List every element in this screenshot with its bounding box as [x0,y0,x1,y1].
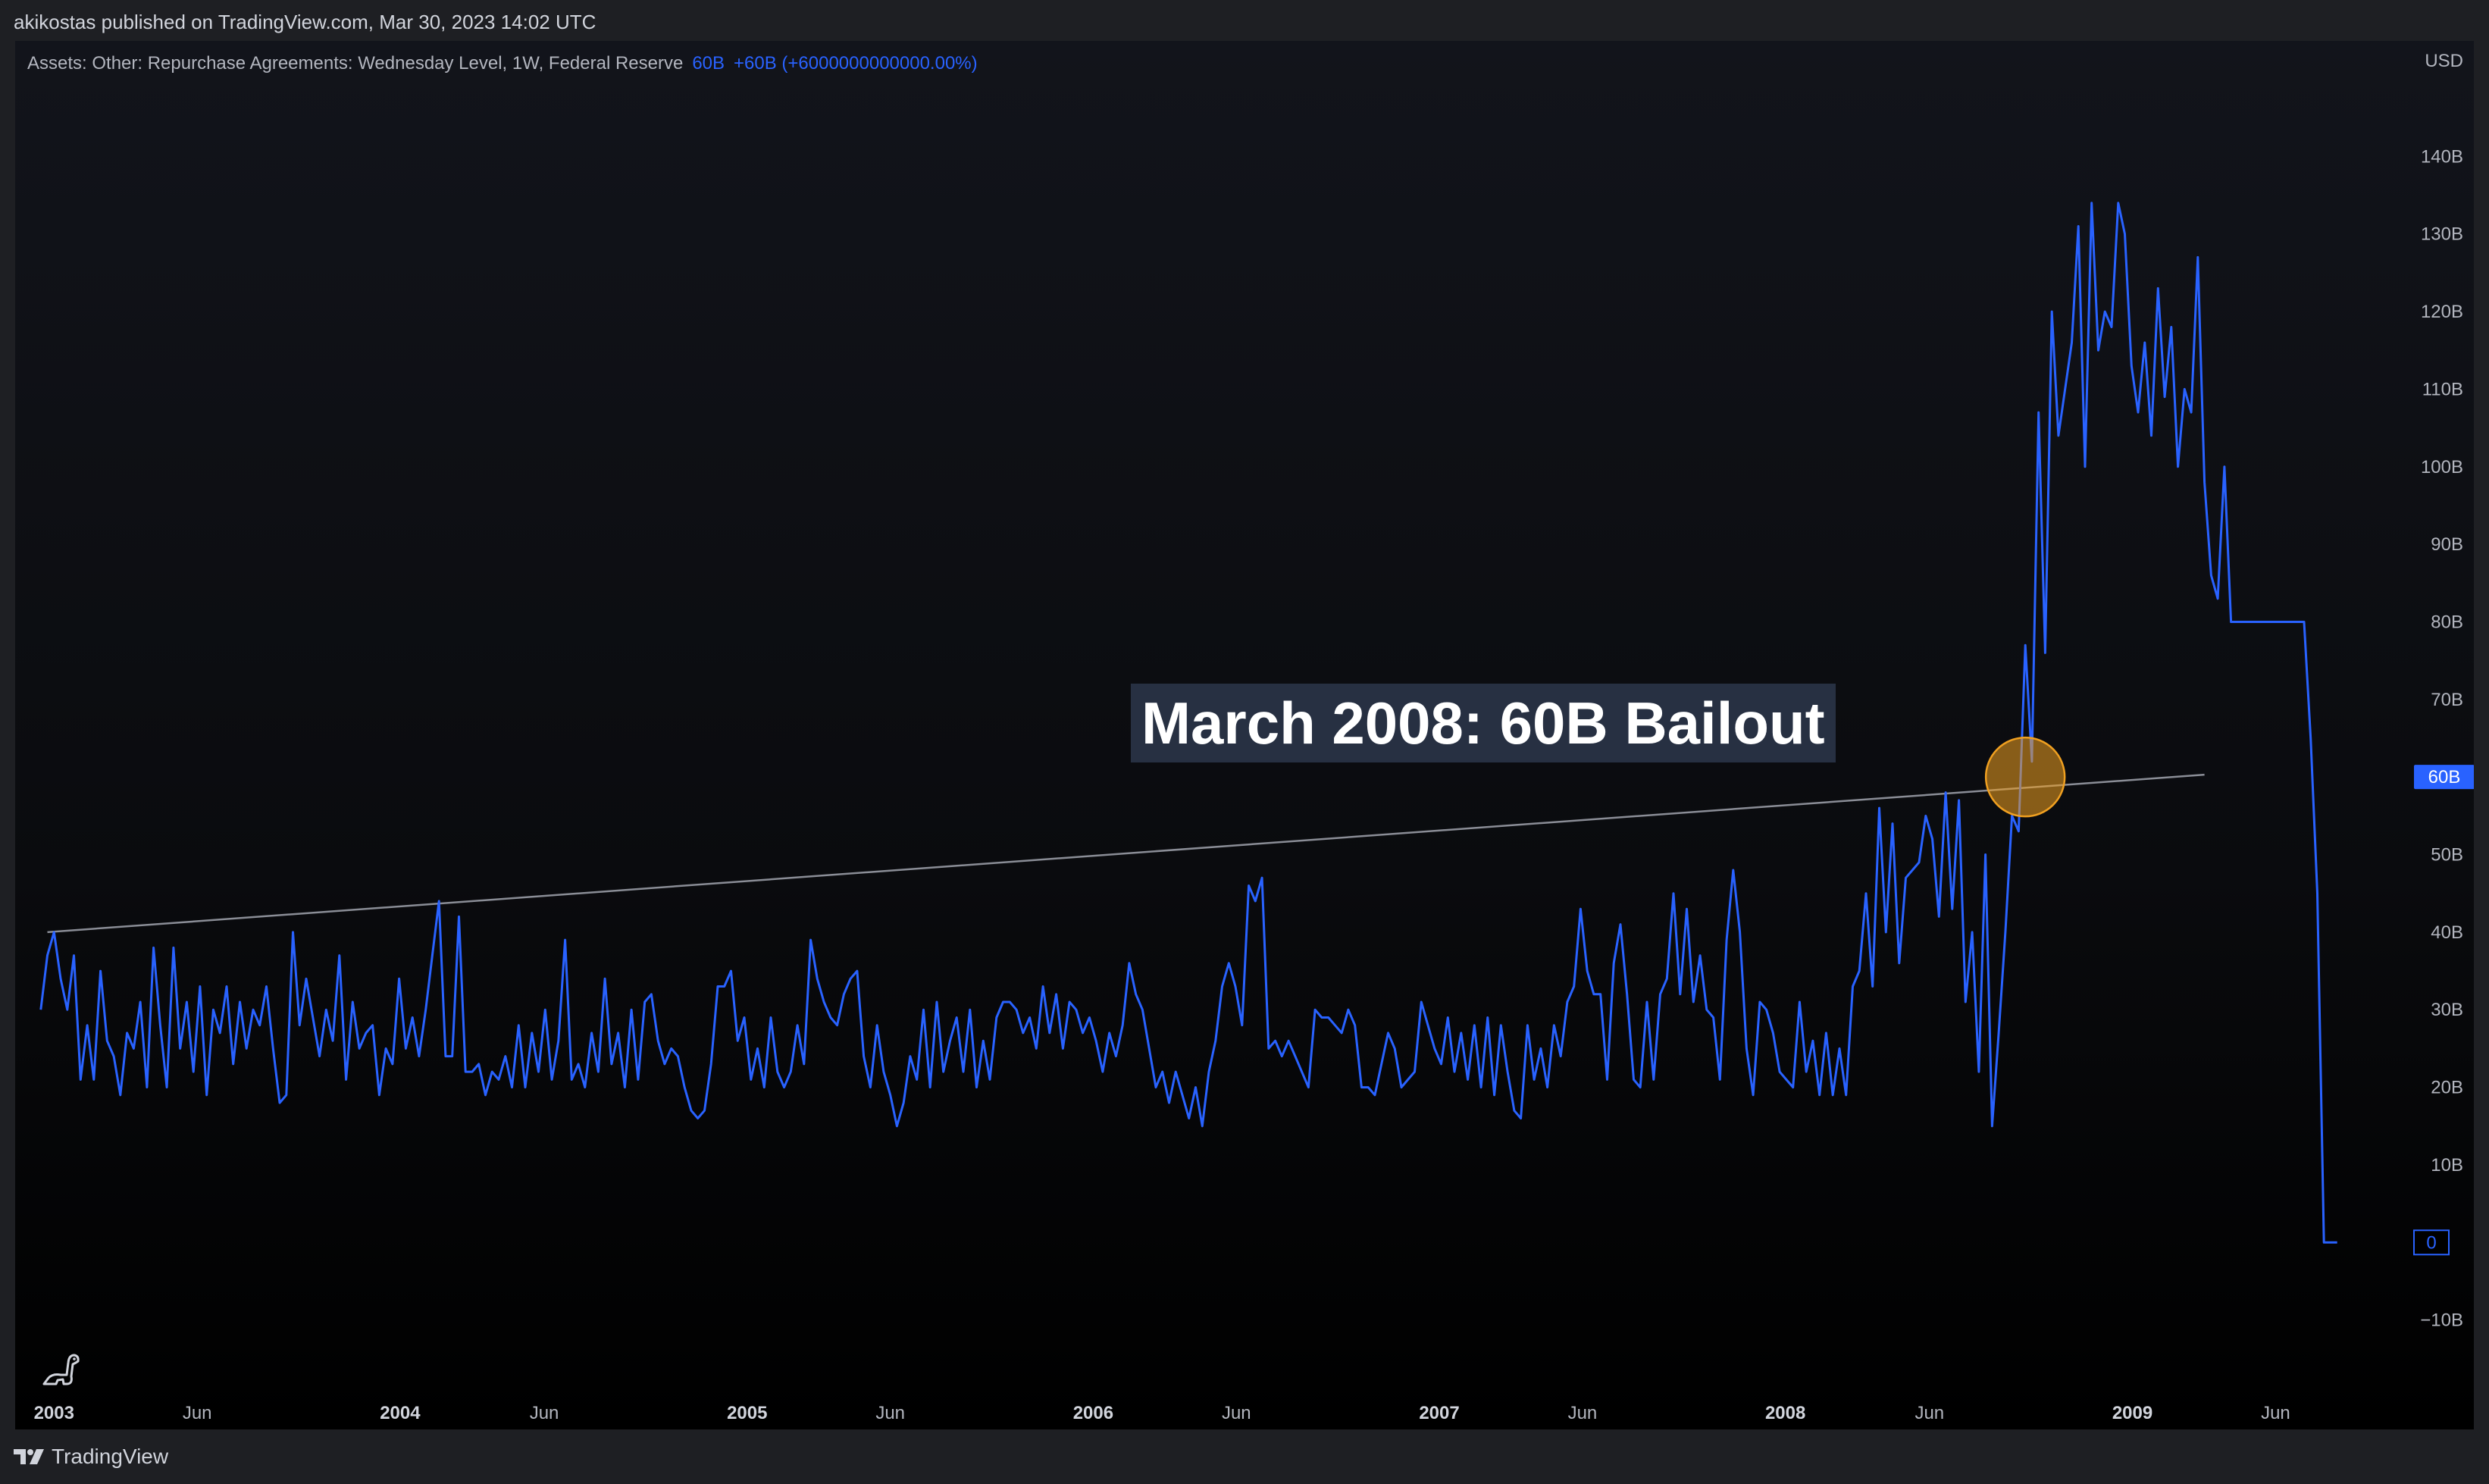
x-tick-label: 2009 [2112,1403,2152,1423]
x-tick-label: Jun [1568,1403,1598,1423]
x-tick-label: 2003 [34,1403,74,1423]
y-tick-label: 70B [2431,690,2463,710]
x-tick-label: 2004 [380,1403,421,1423]
highlight-circle[interactable] [1984,736,2066,818]
y-tick-label: 20B [2431,1078,2463,1098]
y-tick-label: 110B [2422,379,2463,399]
y-tick-label: 30B [2431,1000,2463,1020]
chart-pane[interactable]: USD −10B 10B 20B 30B 40B 50B 70B 80B 90B 100B 110B 1… [15,41,2474,1429]
x-tick-label: Jun [1222,1403,1251,1423]
y-tick-label: 120B [2421,302,2463,322]
x-tick-label: Jun [875,1403,905,1423]
footer-brand: TradingView [52,1445,169,1468]
published-by-text: akikostas published on TradingView.com, … [14,11,596,33]
last-price-tag-label: 60B [2428,767,2461,787]
x-tick-label: 2005 [727,1403,767,1423]
y-tick-label: −10B [2420,1310,2463,1331]
x-tick-label: Jun [1914,1403,1944,1423]
y-tick-label: 140B [2421,146,2463,167]
x-tick-label: 2007 [1419,1403,1459,1423]
tradingview-logo[interactable]: TradingView [14,1445,168,1469]
legend-change: +60B (+6000000000000.00%) [734,53,978,74]
y-tick-label: 130B [2421,224,2463,245]
top-bar: akikostas published on TradingView.com, … [0,0,2489,39]
time-axis[interactable]: 2003 Jun 2004 Jun 2005 Jun 2006 Jun 2007 Jun 2008 J… [34,1403,2290,1423]
tradingview-logo-icon [14,1449,44,1464]
zero-price-tag-label: 0 [2426,1232,2436,1253]
series-legend[interactable]: Assets: Other: Repurchase Agreements: We… [27,53,978,74]
y-tick-label: 80B [2431,612,2463,632]
x-tick-label: 2006 [1073,1403,1113,1423]
y-tick-label: 40B [2431,922,2463,943]
x-tick-label: 2008 [1765,1403,1805,1423]
axis-currency-label: USD [2425,51,2463,71]
y-tick-label: 90B [2431,534,2463,555]
x-tick-label: Jun [183,1403,212,1423]
legend-title: Assets: Other: Repurchase Agreements: We… [27,53,684,74]
footer-bar: TradingView [0,1429,2489,1484]
x-tick-label: Jun [530,1403,559,1423]
y-tick-label: 10B [2431,1155,2463,1176]
legend-value: 60B [692,53,725,74]
annotation-label[interactable]: March 2008: 60B Bailout [1131,684,1836,762]
y-tick-label: 100B [2421,457,2463,477]
y-tick-label: 50B [2431,845,2463,866]
x-tick-label: Jun [2261,1403,2290,1423]
price-axis[interactable]: USD −10B 10B 20B 30B 40B 50B 70B 80B 90B 100B 110B 1… [2420,51,2463,1331]
dino-icon[interactable] [38,1345,83,1390]
